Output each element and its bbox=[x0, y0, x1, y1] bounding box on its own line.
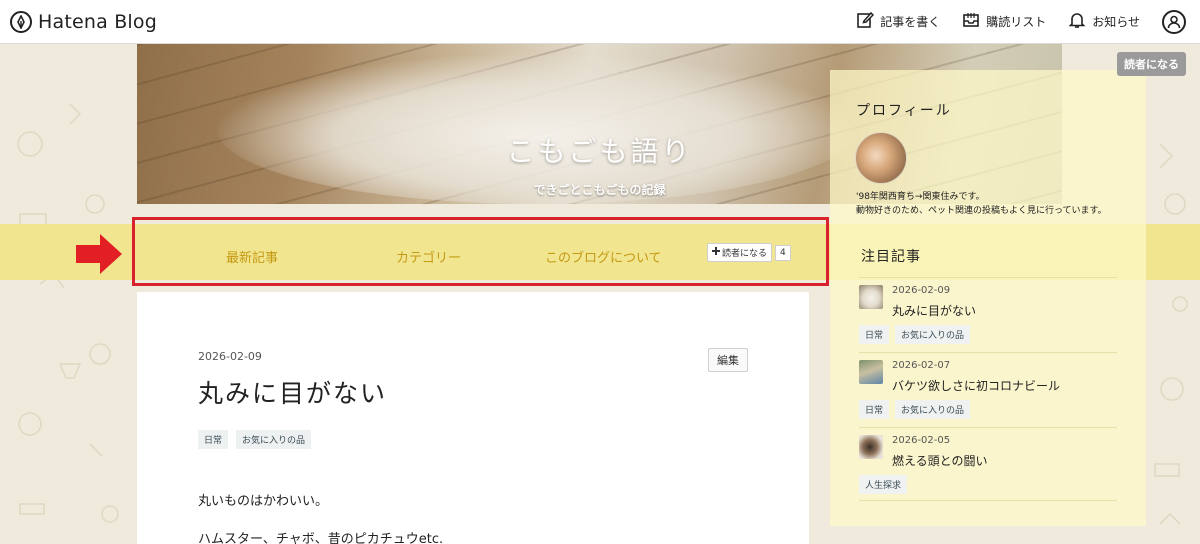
featured-tags: 日常 お気に入りの品 bbox=[859, 325, 971, 344]
brand-name: Hatena Blog bbox=[38, 10, 157, 33]
nav-highlight-box bbox=[132, 217, 829, 286]
article-tags: 日常 お気に入りの品 bbox=[198, 430, 312, 449]
hatena-brand[interactable]: Hatena Blog bbox=[10, 10, 157, 33]
edit-button[interactable]: 編集 bbox=[708, 348, 748, 372]
notifications-link[interactable]: お知らせ bbox=[1068, 11, 1140, 32]
profile-avatar[interactable] bbox=[855, 132, 907, 184]
article-tag[interactable]: 日常 bbox=[198, 430, 229, 449]
pencil-icon bbox=[856, 11, 875, 32]
notifications-label: お知らせ bbox=[1092, 15, 1140, 29]
featured-tag[interactable]: 日常 bbox=[859, 400, 890, 419]
write-post-label: 記事を書く bbox=[880, 15, 941, 29]
featured-tag[interactable]: 人生探求 bbox=[859, 475, 908, 494]
profile-line: 動物好きのため、ペット関連の投稿もよく見に行っています。 bbox=[856, 206, 1107, 216]
article-tag[interactable]: お気に入りの品 bbox=[236, 430, 312, 449]
red-arrow-icon bbox=[76, 234, 122, 274]
featured-tags: 人生探求 bbox=[859, 475, 908, 494]
article-title[interactable]: 丸みに目がない bbox=[198, 374, 387, 410]
write-post-link[interactable]: 記事を書く bbox=[856, 11, 940, 32]
article-paragraph: ハムスター、チャボ、昔のピカチュウetc. bbox=[198, 532, 444, 544]
featured-tag[interactable]: 日常 bbox=[859, 325, 890, 344]
featured-tag[interactable]: お気に入りの品 bbox=[895, 325, 971, 344]
featured-thumbnail[interactable] bbox=[859, 285, 883, 309]
featured-title[interactable]: バケツ欲しさに初コロナビール bbox=[892, 377, 1060, 394]
featured-title[interactable]: 燃える頭との闘い bbox=[892, 452, 988, 469]
featured-divider bbox=[859, 277, 1117, 278]
featured-title[interactable]: 丸みに目がない bbox=[892, 302, 976, 319]
profile-description: '98年関西育ち→関東住みです。 動物好きのため、ペット関連の投稿もよく見に行っ… bbox=[856, 190, 1146, 218]
article-date[interactable]: 2026-02-09 bbox=[198, 350, 262, 363]
article-paragraph: 丸いものはかわいい。 bbox=[198, 494, 329, 509]
user-icon[interactable] bbox=[1162, 9, 1186, 34]
featured-divider bbox=[859, 352, 1117, 353]
featured-tag[interactable]: お気に入りの品 bbox=[895, 400, 971, 419]
article-card: 2026-02-09 編集 丸みに目がない 日常 お気に入りの品 丸いものはかわ… bbox=[137, 292, 809, 544]
featured-tags: 日常 お気に入りの品 bbox=[859, 400, 971, 419]
featured-divider bbox=[859, 500, 1117, 501]
featured-divider bbox=[859, 427, 1117, 428]
hatena-topbar: Hatena Blog 記事を書く 購読リスト お知らせ bbox=[0, 0, 1200, 44]
profile-heading: プロフィール bbox=[856, 103, 952, 119]
featured-thumbnail[interactable] bbox=[859, 360, 883, 384]
sidebar: プロフィール '98年関西育ち→関東住みです。 動物好きのため、ペット関連の投稿… bbox=[830, 70, 1146, 526]
hatena-pen-icon bbox=[10, 10, 32, 33]
profile-line: '98年関西育ち→関東住みです。 bbox=[856, 192, 985, 202]
featured-thumbnail[interactable] bbox=[859, 435, 883, 459]
subscription-list-link[interactable]: 購読リスト bbox=[962, 11, 1046, 32]
subscribe-button[interactable]: 読者になる bbox=[1117, 52, 1186, 76]
inbox-icon bbox=[962, 11, 980, 32]
top-nav: 記事を書く 購読リスト お知らせ bbox=[856, 9, 1186, 34]
featured-date: 2026-02-05 bbox=[892, 435, 951, 446]
featured-date: 2026-02-07 bbox=[892, 360, 951, 371]
bell-icon bbox=[1068, 11, 1086, 32]
featured-date: 2026-02-09 bbox=[892, 285, 951, 296]
subscription-list-label: 購読リスト bbox=[986, 15, 1047, 29]
featured-heading: 注目記事 bbox=[861, 249, 921, 265]
